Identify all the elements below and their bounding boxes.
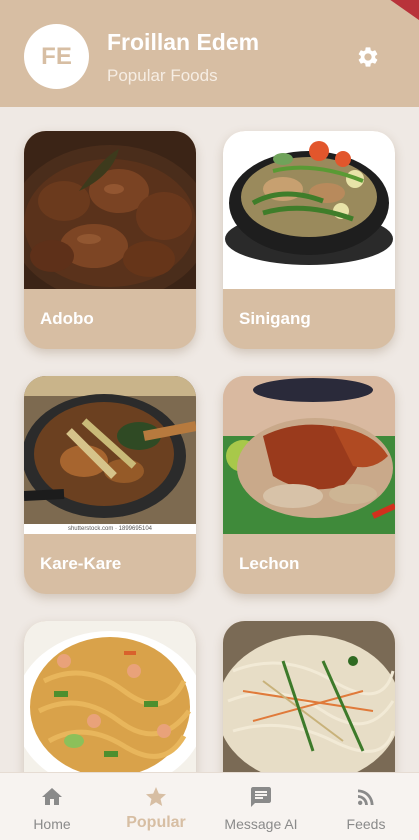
food-name: Adobo [40,309,94,328]
gear-icon [358,47,378,67]
avatar-initials: FE [41,42,72,70]
food-card-adobo[interactable]: Adobo [24,131,196,349]
image-caption: shutterstock.com · 1899695104 [24,524,196,534]
page-subtitle: Popular Foods [107,66,218,85]
food-card-lechon[interactable]: Lechon [223,376,395,594]
bottom-nav: Home Popular Message AI Feeds [0,772,419,840]
food-grid: Adobo Sinigang shutterstock.com · 189969… [0,107,419,772]
debug-ribbon [388,0,419,22]
settings-button[interactable] [354,43,382,71]
food-card-bihon[interactable] [223,621,395,772]
home-icon [40,785,64,809]
nav-label: Message AI [224,816,298,832]
user-name: Froillan Edem [107,29,260,55]
nav-label: Feeds [346,816,386,832]
avatar[interactable]: FE [24,24,89,89]
food-image-bihon [223,621,395,772]
nav-label: Home [33,816,71,832]
food-image-lechon [223,376,395,534]
food-name: Kare-Kare [40,554,122,573]
star-icon [144,785,168,809]
food-image-kare-kare: shutterstock.com · 1899695104 [24,376,196,534]
food-name: Lechon [239,554,300,573]
rss-icon [354,785,378,809]
food-image-sinigang [223,131,395,289]
nav-home[interactable]: Home [0,773,104,840]
food-image-adobo [24,131,196,289]
food-card-sinigang[interactable]: Sinigang [223,131,395,349]
nav-feeds[interactable]: Feeds [314,773,418,840]
nav-popular[interactable]: Popular [104,773,208,840]
food-image-noodles [24,621,196,772]
message-icon [249,785,273,809]
nav-label: Popular [126,814,186,831]
food-card-noodles[interactable] [24,621,196,772]
app-header: FE Froillan Edem Popular Foods [0,0,419,107]
nav-message-ai[interactable]: Message AI [209,773,313,840]
food-name: Sinigang [239,309,311,328]
food-card-kare-kare[interactable]: shutterstock.com · 1899695104 Kare-Kare [24,376,196,594]
